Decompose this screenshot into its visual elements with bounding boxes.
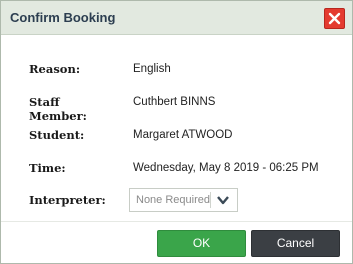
dialog-titlebar: Confirm Booking [1, 1, 352, 35]
interpreter-select[interactable]: None Required [129, 188, 238, 212]
chevron-down-icon [217, 196, 229, 205]
interpreter-label: Interpreter: [29, 193, 106, 207]
reason-value: English [133, 63, 171, 75]
student-value: Margaret ATWOOD [133, 129, 233, 141]
staff-member-label: Staff Member: [29, 95, 87, 123]
footer-divider [1, 221, 352, 222]
interpreter-selected-value: None Required [136, 194, 210, 206]
cancel-button[interactable]: Cancel [251, 230, 340, 257]
close-icon [328, 12, 341, 25]
student-label: Student: [29, 128, 85, 142]
ok-button[interactable]: OK [157, 230, 246, 257]
confirm-booking-dialog: Confirm Booking Reason: English Staff Me… [0, 0, 353, 264]
reason-label: Reason: [29, 62, 81, 76]
dialog-title: Confirm Booking [10, 10, 116, 25]
time-label: Time: [29, 161, 66, 175]
select-divider [210, 192, 211, 208]
close-button[interactable] [324, 8, 345, 29]
time-value: Wednesday, May 8 2019 - 06:25 PM [133, 162, 319, 174]
staff-member-value: Cuthbert BINNS [133, 96, 216, 108]
